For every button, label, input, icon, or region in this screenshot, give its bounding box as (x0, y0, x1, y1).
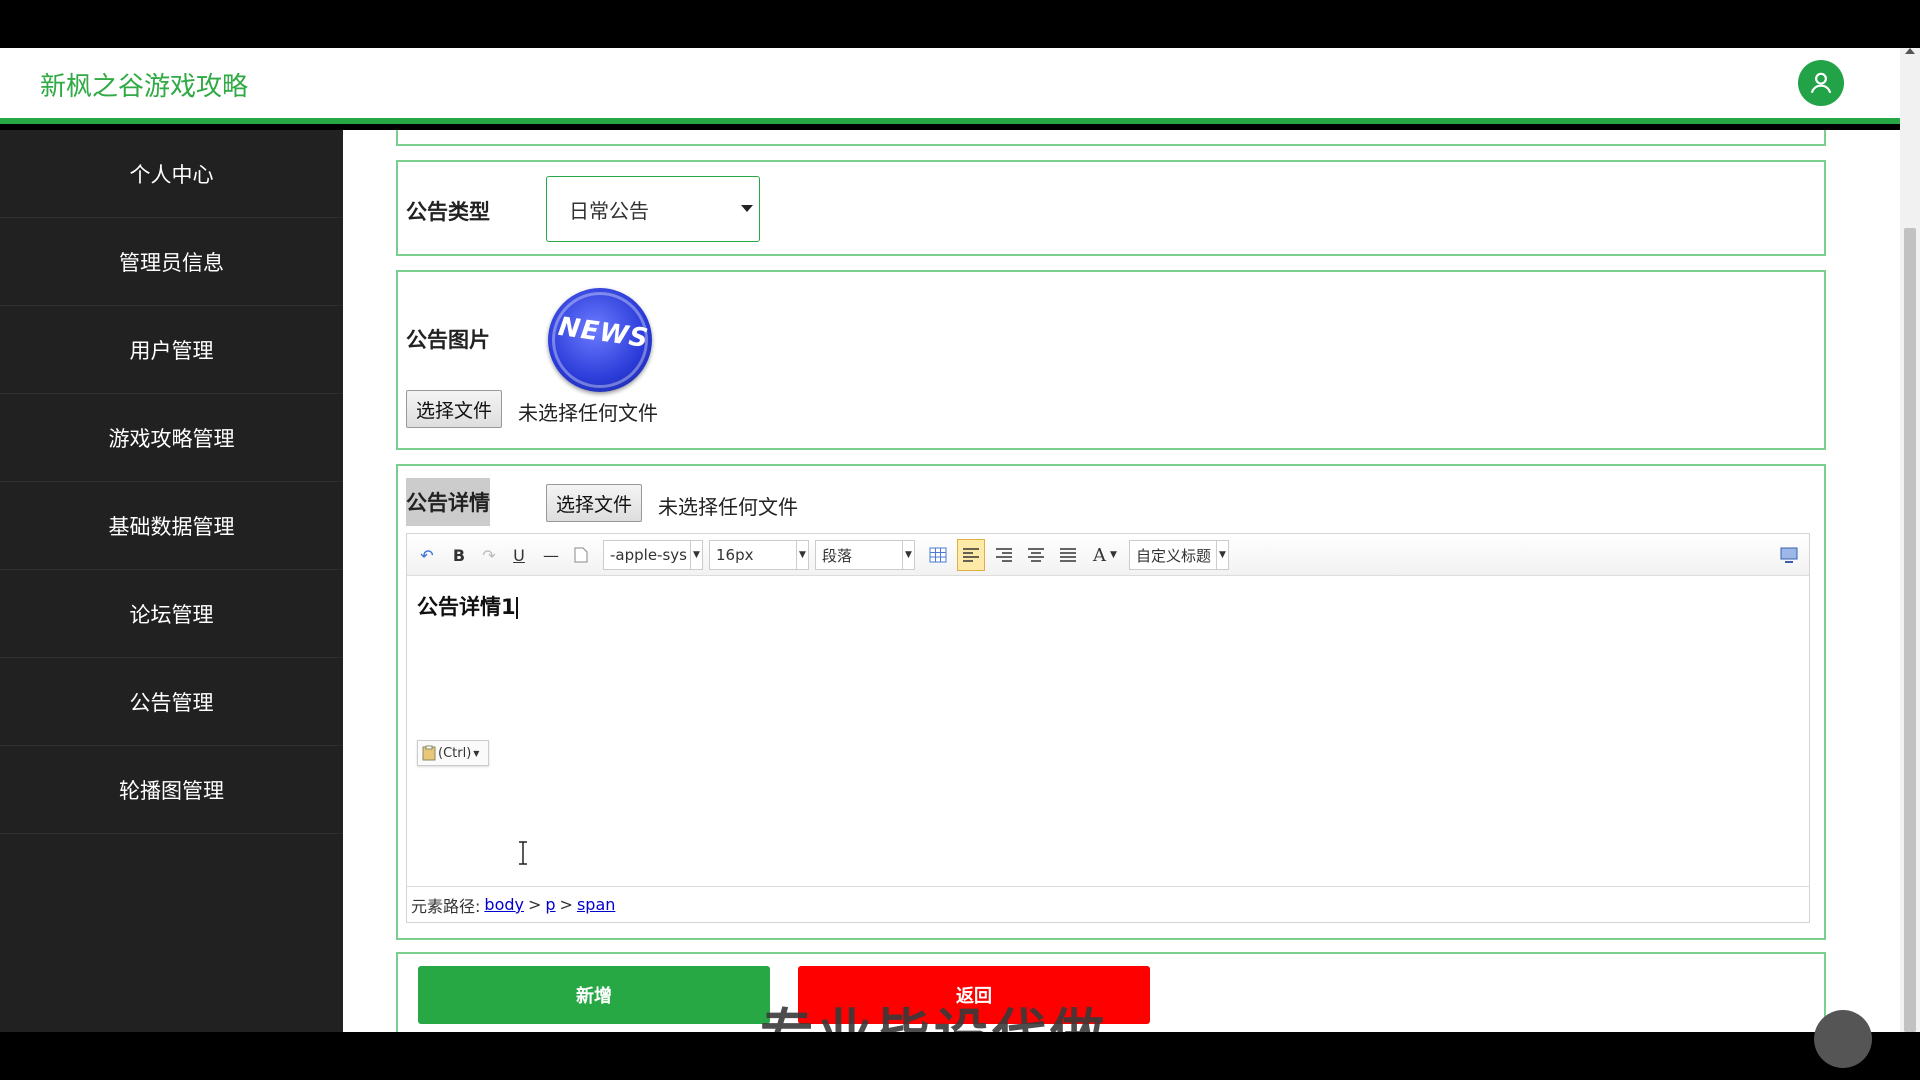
align-right-icon[interactable] (991, 542, 1017, 568)
notice-detail-label: 公告详情 (406, 478, 490, 526)
header: 新枫之谷游戏攻略 (0, 48, 1900, 124)
notice-type-value: 日常公告 (569, 198, 649, 223)
sidebar-item-label: 用户管理 (129, 338, 214, 363)
back-to-top-button[interactable] (1814, 1010, 1872, 1068)
horizontal-rule-icon[interactable]: — (539, 542, 563, 568)
element-path-bar: 元素路径: body > p > span (407, 886, 1809, 922)
sidebar-item-label: 轮播图管理 (119, 778, 224, 803)
scroll-up-arrow-icon[interactable] (1905, 48, 1915, 54)
paste-hint-label: (Ctrl) (438, 745, 472, 761)
sidebar-item-notice-management[interactable]: 公告管理 (0, 658, 343, 746)
redo-icon[interactable]: ↷ (477, 542, 501, 568)
form-row-notice-image: 公告图片 NEWS 选择文件 未选择任何文件 (396, 270, 1826, 450)
chevron-down-icon: ▼ (902, 541, 914, 569)
sidebar-item-label: 个人中心 (129, 162, 214, 187)
sidebar-item-guide-management[interactable]: 游戏攻略管理 (0, 394, 343, 482)
sidebar-item-label: 论坛管理 (129, 602, 214, 627)
font-size-select[interactable]: 16px ▼ (709, 540, 809, 570)
text-cursor-icon (519, 841, 527, 865)
main-content: 公告类型 日常公告 公告图片 NEWS 选择文件 未选择任何文件 公告详情 选择… (343, 130, 1900, 1032)
image-file-button[interactable]: 选择文件 (406, 390, 503, 428)
site-title: 新枫之谷游戏攻略 (40, 72, 249, 102)
user-avatar[interactable] (1798, 60, 1844, 106)
detail-file-button[interactable]: 选择文件 (546, 484, 643, 522)
font-family-value: -apple-sys (610, 546, 687, 564)
chevron-down-icon: ▼ (1216, 541, 1228, 569)
rich-text-editor: ↶ B ↷ U — -apple-sys ▼ 16px ▼ 段落 ▼ A ▼ 自… (406, 533, 1810, 923)
undo-icon[interactable]: ↶ (415, 542, 439, 568)
detail-file-status: 未选择任何文件 (658, 495, 798, 519)
table-icon[interactable] (925, 542, 951, 568)
sidebar-item-label: 游戏攻略管理 (108, 426, 235, 451)
clipboard-icon (422, 745, 436, 761)
chevron-down-icon (741, 205, 753, 212)
sidebar-item-forum-management[interactable]: 论坛管理 (0, 570, 343, 658)
user-icon (1810, 72, 1832, 94)
font-family-select[interactable]: -apple-sys ▼ (603, 540, 703, 570)
previous-form-row (396, 130, 1826, 146)
paragraph-value: 段落 (822, 546, 853, 565)
news-image-preview: NEWS (548, 288, 652, 392)
chevron-down-icon: ▼ (796, 541, 808, 569)
image-file-status: 未选择任何文件 (518, 401, 658, 425)
align-center-icon[interactable] (1023, 542, 1049, 568)
notice-image-label: 公告图片 (406, 328, 490, 352)
page-scrollbar[interactable] (1900, 48, 1920, 1032)
chevron-down-icon: ▼ (690, 541, 702, 569)
sidebar-item-label: 基础数据管理 (108, 514, 235, 539)
editor-content-area[interactable]: 公告详情1 (Ctrl) ▼ (407, 577, 1809, 885)
scrollbar-thumb[interactable] (1904, 228, 1916, 1032)
bold-icon[interactable]: B (447, 542, 471, 568)
form-row-notice-detail: 公告详情 选择文件 未选择任何文件 ↶ B ↷ U — -apple-sys ▼ (396, 464, 1826, 940)
align-left-icon[interactable] (957, 539, 985, 571)
sidebar-item-label: 管理员信息 (119, 250, 224, 275)
font-color-label: A (1093, 544, 1107, 566)
sidebar-item-label: 公告管理 (129, 690, 214, 715)
custom-heading-select[interactable]: 自定义标题 ▼ (1129, 540, 1229, 570)
path-link-body[interactable]: body (484, 895, 524, 914)
new-page-icon[interactable] (569, 542, 593, 568)
add-button[interactable]: 新增 (418, 966, 770, 1024)
editor-text-value: 公告详情1 (417, 595, 516, 619)
custom-heading-value: 自定义标题 (1136, 546, 1212, 565)
notice-type-label: 公告类型 (406, 200, 490, 224)
sidebar-item-basic-data[interactable]: 基础数据管理 (0, 482, 343, 570)
path-link-p[interactable]: p (545, 895, 555, 914)
bottom-black-bar (0, 1032, 1920, 1080)
notice-type-select[interactable]: 日常公告 (546, 176, 760, 242)
sidebar-item-user-management[interactable]: 用户管理 (0, 306, 343, 394)
form-row-notice-type: 公告类型 日常公告 (396, 160, 1826, 256)
sidebar-item-carousel-management[interactable]: 轮播图管理 (0, 746, 343, 834)
top-black-bar (0, 0, 1920, 48)
element-path-label: 元素路径: (411, 896, 481, 916)
font-size-value: 16px (716, 546, 754, 564)
sidebar-item-personal-center[interactable]: 个人中心 (0, 130, 343, 218)
editor-text: 公告详情1 (417, 591, 518, 621)
font-color-icon[interactable]: A ▼ (1087, 542, 1123, 568)
text-cursor (515, 597, 518, 619)
underline-icon[interactable]: U (507, 542, 531, 568)
align-justify-icon[interactable] (1055, 542, 1081, 568)
form-row-actions: 新增 返回 (396, 952, 1826, 1032)
sidebar-item-admin-info[interactable]: 管理员信息 (0, 218, 343, 306)
editor-toolbar: ↶ B ↷ U — -apple-sys ▼ 16px ▼ 段落 ▼ A ▼ 自… (407, 534, 1809, 576)
paste-options-button[interactable]: (Ctrl) ▼ (417, 740, 489, 766)
paragraph-select[interactable]: 段落 ▼ (815, 540, 915, 570)
sidebar: 个人中心 管理员信息 用户管理 游戏攻略管理 基础数据管理 论坛管理 公告管理 … (0, 130, 343, 1032)
app-window: 新枫之谷游戏攻略 个人中心 管理员信息 用户管理 游戏攻略管理 基础数据管理 论… (0, 0, 1920, 1080)
fullscreen-icon[interactable] (1777, 542, 1801, 568)
path-link-span[interactable]: span (577, 895, 615, 914)
